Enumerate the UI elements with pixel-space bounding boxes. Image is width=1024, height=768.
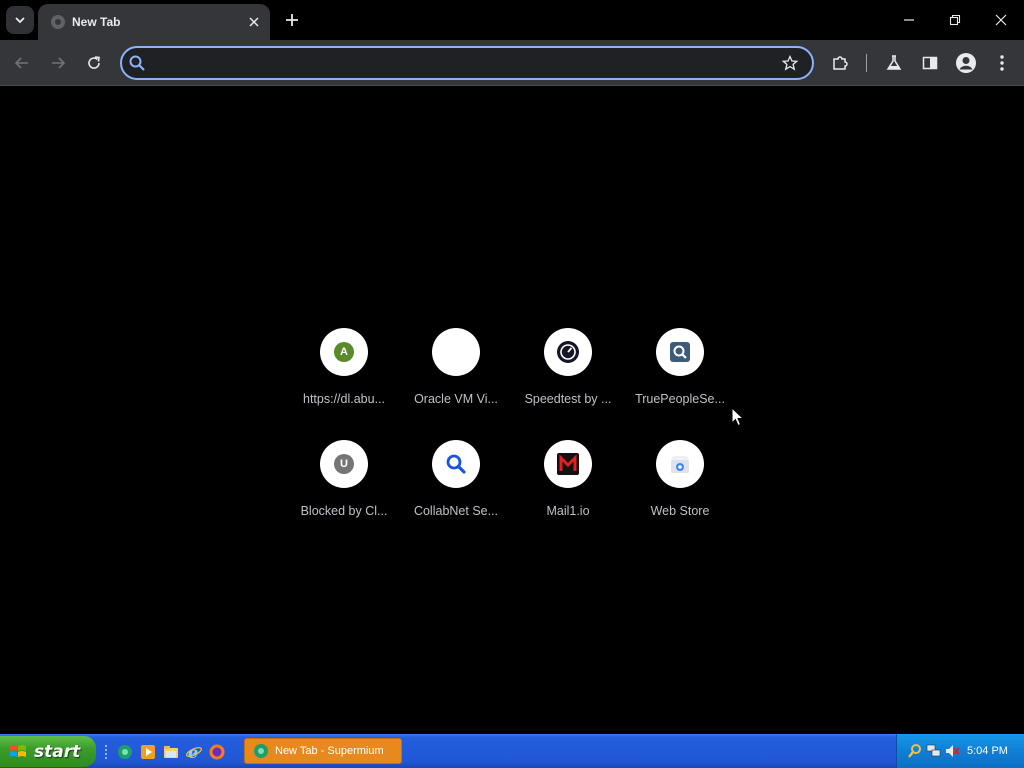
shortcut-tile[interactable]: CollabNet Se... bbox=[400, 432, 512, 544]
flask-icon bbox=[886, 55, 902, 70]
puzzle-piece-icon bbox=[833, 56, 848, 70]
shortcut-label: Mail1.io bbox=[546, 504, 590, 518]
forward-arrow-icon bbox=[52, 57, 66, 69]
volume-muted-icon[interactable] bbox=[944, 743, 960, 759]
quick-launch-supermium-icon[interactable] bbox=[116, 743, 134, 761]
close-icon bbox=[995, 14, 1007, 26]
star-icon bbox=[782, 55, 798, 71]
shortcut-tile[interactable]: Speedtest by ... bbox=[512, 320, 624, 432]
tab-close-button[interactable] bbox=[244, 12, 264, 32]
chevron-down-icon bbox=[15, 17, 25, 24]
shortcut-tile[interactable]: Oracle VM Vi... bbox=[400, 320, 512, 432]
profile-button[interactable] bbox=[954, 51, 978, 75]
mail1-logo-icon bbox=[557, 453, 579, 475]
shortcut-label: TruePeopleSe... bbox=[635, 392, 725, 406]
start-label: start bbox=[34, 741, 81, 762]
taskbar-item-label: New Tab - Supermium bbox=[275, 745, 384, 757]
taskbar-item-new-tab[interactable]: New Tab - Supermium bbox=[244, 738, 402, 764]
tab-strip: New Tab bbox=[0, 0, 1024, 40]
new-tab-page: A https://dl.abu... Oracle VM Vi... Spee… bbox=[0, 87, 1024, 734]
network-icon[interactable] bbox=[926, 743, 942, 759]
system-tray: 5:04 PM bbox=[896, 734, 1024, 768]
tab-title: New Tab bbox=[72, 15, 121, 29]
windows-flag-icon bbox=[10, 744, 26, 757]
bookmark-star-button[interactable] bbox=[780, 53, 800, 73]
restore-icon bbox=[949, 14, 961, 26]
side-panel-icon bbox=[922, 56, 938, 70]
start-button[interactable]: start bbox=[0, 736, 96, 767]
back-button[interactable] bbox=[10, 51, 34, 75]
search-icon bbox=[129, 55, 145, 71]
quick-launch-firefox-icon[interactable] bbox=[208, 743, 226, 761]
reload-icon bbox=[88, 56, 100, 69]
shortcut-grid: A https://dl.abu... Oracle VM Vi... Spee… bbox=[288, 320, 736, 544]
shortcut-icon-circle: A bbox=[320, 328, 368, 376]
shortcut-label: CollabNet Se... bbox=[413, 504, 499, 518]
taskbar: start e New Tab - Supermium 5:04 PM bbox=[0, 734, 1024, 768]
quick-launch-ie-icon[interactable]: e bbox=[185, 743, 203, 761]
side-panel-button[interactable] bbox=[918, 51, 942, 75]
close-icon bbox=[249, 17, 259, 27]
restore-button[interactable] bbox=[940, 6, 970, 34]
magnifier-icon bbox=[670, 342, 690, 362]
labs-button[interactable] bbox=[882, 51, 906, 75]
address-input[interactable] bbox=[154, 51, 774, 75]
svg-text:e: e bbox=[188, 743, 198, 761]
shortcut-label: Oracle VM Vi... bbox=[414, 392, 498, 406]
shortcut-tile[interactable]: TruePeopleSe... bbox=[624, 320, 736, 432]
avatar-icon bbox=[956, 53, 976, 73]
web-store-icon bbox=[671, 456, 689, 473]
shortcut-icon-circle bbox=[432, 440, 480, 488]
extensions-button[interactable] bbox=[828, 51, 852, 75]
shortcut-tile[interactable]: U Blocked by Cl... bbox=[288, 432, 400, 544]
supermium-icon bbox=[254, 744, 268, 758]
shortcut-icon-circle bbox=[432, 328, 480, 376]
shortcut-label: Speedtest by ... bbox=[524, 392, 612, 406]
tab-search-button[interactable] bbox=[6, 6, 34, 34]
shortcut-icon-circle bbox=[656, 440, 704, 488]
back-arrow-icon bbox=[14, 57, 28, 69]
toolbar bbox=[0, 40, 1024, 86]
shortcut-label: Blocked by Cl... bbox=[300, 504, 388, 518]
mouse-cursor-icon bbox=[731, 407, 745, 427]
shortcut-label: Web Store bbox=[650, 504, 710, 518]
toolbar-separator bbox=[866, 54, 867, 72]
shortcut-icon-circle bbox=[544, 440, 592, 488]
minimize-icon bbox=[904, 19, 914, 21]
letter-a-icon: A bbox=[334, 342, 354, 362]
shortcut-tile[interactable]: Web Store bbox=[624, 432, 736, 544]
new-tab-button[interactable] bbox=[280, 8, 304, 32]
search-icon bbox=[446, 454, 466, 474]
tab-new-tab[interactable]: New Tab bbox=[38, 4, 270, 40]
address-bar[interactable] bbox=[120, 46, 814, 80]
tray-search-icon[interactable] bbox=[907, 743, 923, 759]
shortcut-tile[interactable]: Mail1.io bbox=[512, 432, 624, 544]
letter-u-icon: U bbox=[334, 454, 354, 474]
shortcut-icon-circle bbox=[656, 328, 704, 376]
menu-button[interactable] bbox=[990, 51, 1014, 75]
minimize-button[interactable] bbox=[894, 6, 924, 34]
plus-icon bbox=[286, 14, 298, 26]
speedometer-icon bbox=[557, 341, 579, 363]
chrome-favicon-icon bbox=[51, 15, 65, 29]
quick-launch-media-player-icon[interactable] bbox=[139, 743, 157, 761]
close-window-button[interactable] bbox=[986, 6, 1016, 34]
shortcut-icon-circle: U bbox=[320, 440, 368, 488]
shortcut-tile[interactable]: A https://dl.abu... bbox=[288, 320, 400, 432]
shortcut-label: https://dl.abu... bbox=[303, 392, 385, 406]
more-vertical-icon bbox=[1000, 55, 1004, 71]
clock: 5:04 PM bbox=[967, 745, 1008, 757]
shortcut-icon-circle bbox=[544, 328, 592, 376]
quick-launch-folder-icon[interactable] bbox=[162, 743, 180, 761]
forward-button[interactable] bbox=[46, 51, 70, 75]
reload-button[interactable] bbox=[82, 51, 106, 75]
